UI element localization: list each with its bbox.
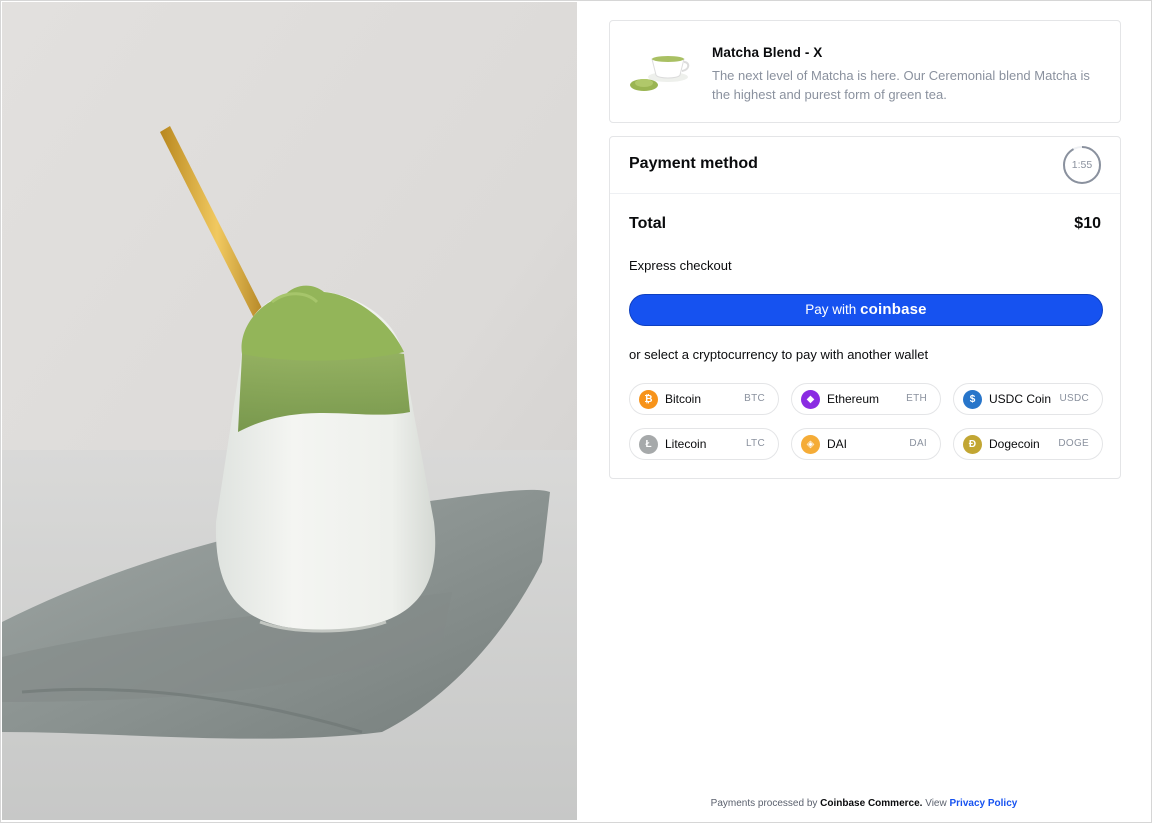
privacy-policy-link[interactable]: Privacy Policy xyxy=(950,798,1018,809)
payment-card: Payment method 1:55 Total $10 Express ch… xyxy=(609,136,1121,479)
total-label: Total xyxy=(629,215,667,232)
coin-symbol: LTC xyxy=(745,438,765,449)
alternate-wallet-label: or select a cryptocurrency to pay with a… xyxy=(629,347,929,362)
coin-option-ethereum[interactable]: ◆ Ethereum ETH xyxy=(791,383,941,415)
footer-view: View xyxy=(925,798,947,809)
coin-symbol: ETH xyxy=(906,393,927,404)
footer-prefix: Payments processed by xyxy=(710,798,818,809)
express-checkout-label: Express checkout xyxy=(629,258,732,273)
coin-option-litecoin[interactable]: Ł Litecoin LTC xyxy=(629,428,779,460)
button-prefix: Pay with xyxy=(805,302,857,317)
pay-with-coinbase-button[interactable]: Pay with coinbase xyxy=(629,294,1103,326)
coin-symbol: USDC xyxy=(1059,393,1089,404)
bitcoin-icon: ₿ xyxy=(639,390,658,409)
footer-processor: Coinbase Commerce. xyxy=(820,798,923,809)
payment-header: Payment method 1:55 xyxy=(610,137,1120,194)
countdown-timer: 1:55 xyxy=(1062,145,1102,185)
coin-name: Dogecoin xyxy=(989,437,1040,451)
product-photo xyxy=(2,2,577,820)
dogecoin-icon: Ð xyxy=(963,435,982,454)
coin-option-dogecoin[interactable]: Ð Dogecoin DOGE xyxy=(953,428,1103,460)
product-name: Matcha Blend - X xyxy=(712,45,823,60)
product-card: Matcha Blend - X The next level of Match… xyxy=(609,20,1121,123)
usdc-icon: $ xyxy=(963,390,982,409)
coinbase-wordmark: coinbase xyxy=(860,301,927,318)
coin-name: USDC Coin xyxy=(989,392,1052,406)
coin-name: Ethereum xyxy=(827,392,880,406)
dai-icon: ◈ xyxy=(801,435,820,454)
coin-name: DAI xyxy=(827,437,848,451)
coin-option-bitcoin[interactable]: ₿ Bitcoin BTC xyxy=(629,383,779,415)
coin-name: Bitcoin xyxy=(665,392,702,406)
footer: Payments processed by Coinbase Commerce.… xyxy=(577,798,1151,809)
product-thumbnail xyxy=(628,47,692,95)
coin-option-usdc[interactable]: $ USDC Coin USDC xyxy=(953,383,1103,415)
coin-symbol: BTC xyxy=(744,393,765,404)
coin-option-dai[interactable]: ◈ DAI DAI xyxy=(791,428,941,460)
timer-text: 1:55 xyxy=(1071,159,1093,171)
total-amount: $10 xyxy=(1074,215,1101,232)
coin-symbol: DAI xyxy=(909,438,927,449)
product-description: The next level of Matcha is here. Our Ce… xyxy=(712,68,1090,102)
litecoin-icon: Ł xyxy=(639,435,658,454)
coin-symbol: DOGE xyxy=(1058,438,1089,449)
coin-name: Litecoin xyxy=(665,437,707,451)
ethereum-icon: ◆ xyxy=(801,390,820,409)
checkout-panel: Matcha Blend - X The next level of Match… xyxy=(577,1,1151,822)
checkout-page: Matcha Blend - X The next level of Match… xyxy=(0,0,1152,823)
payment-title: Payment method xyxy=(629,155,758,172)
